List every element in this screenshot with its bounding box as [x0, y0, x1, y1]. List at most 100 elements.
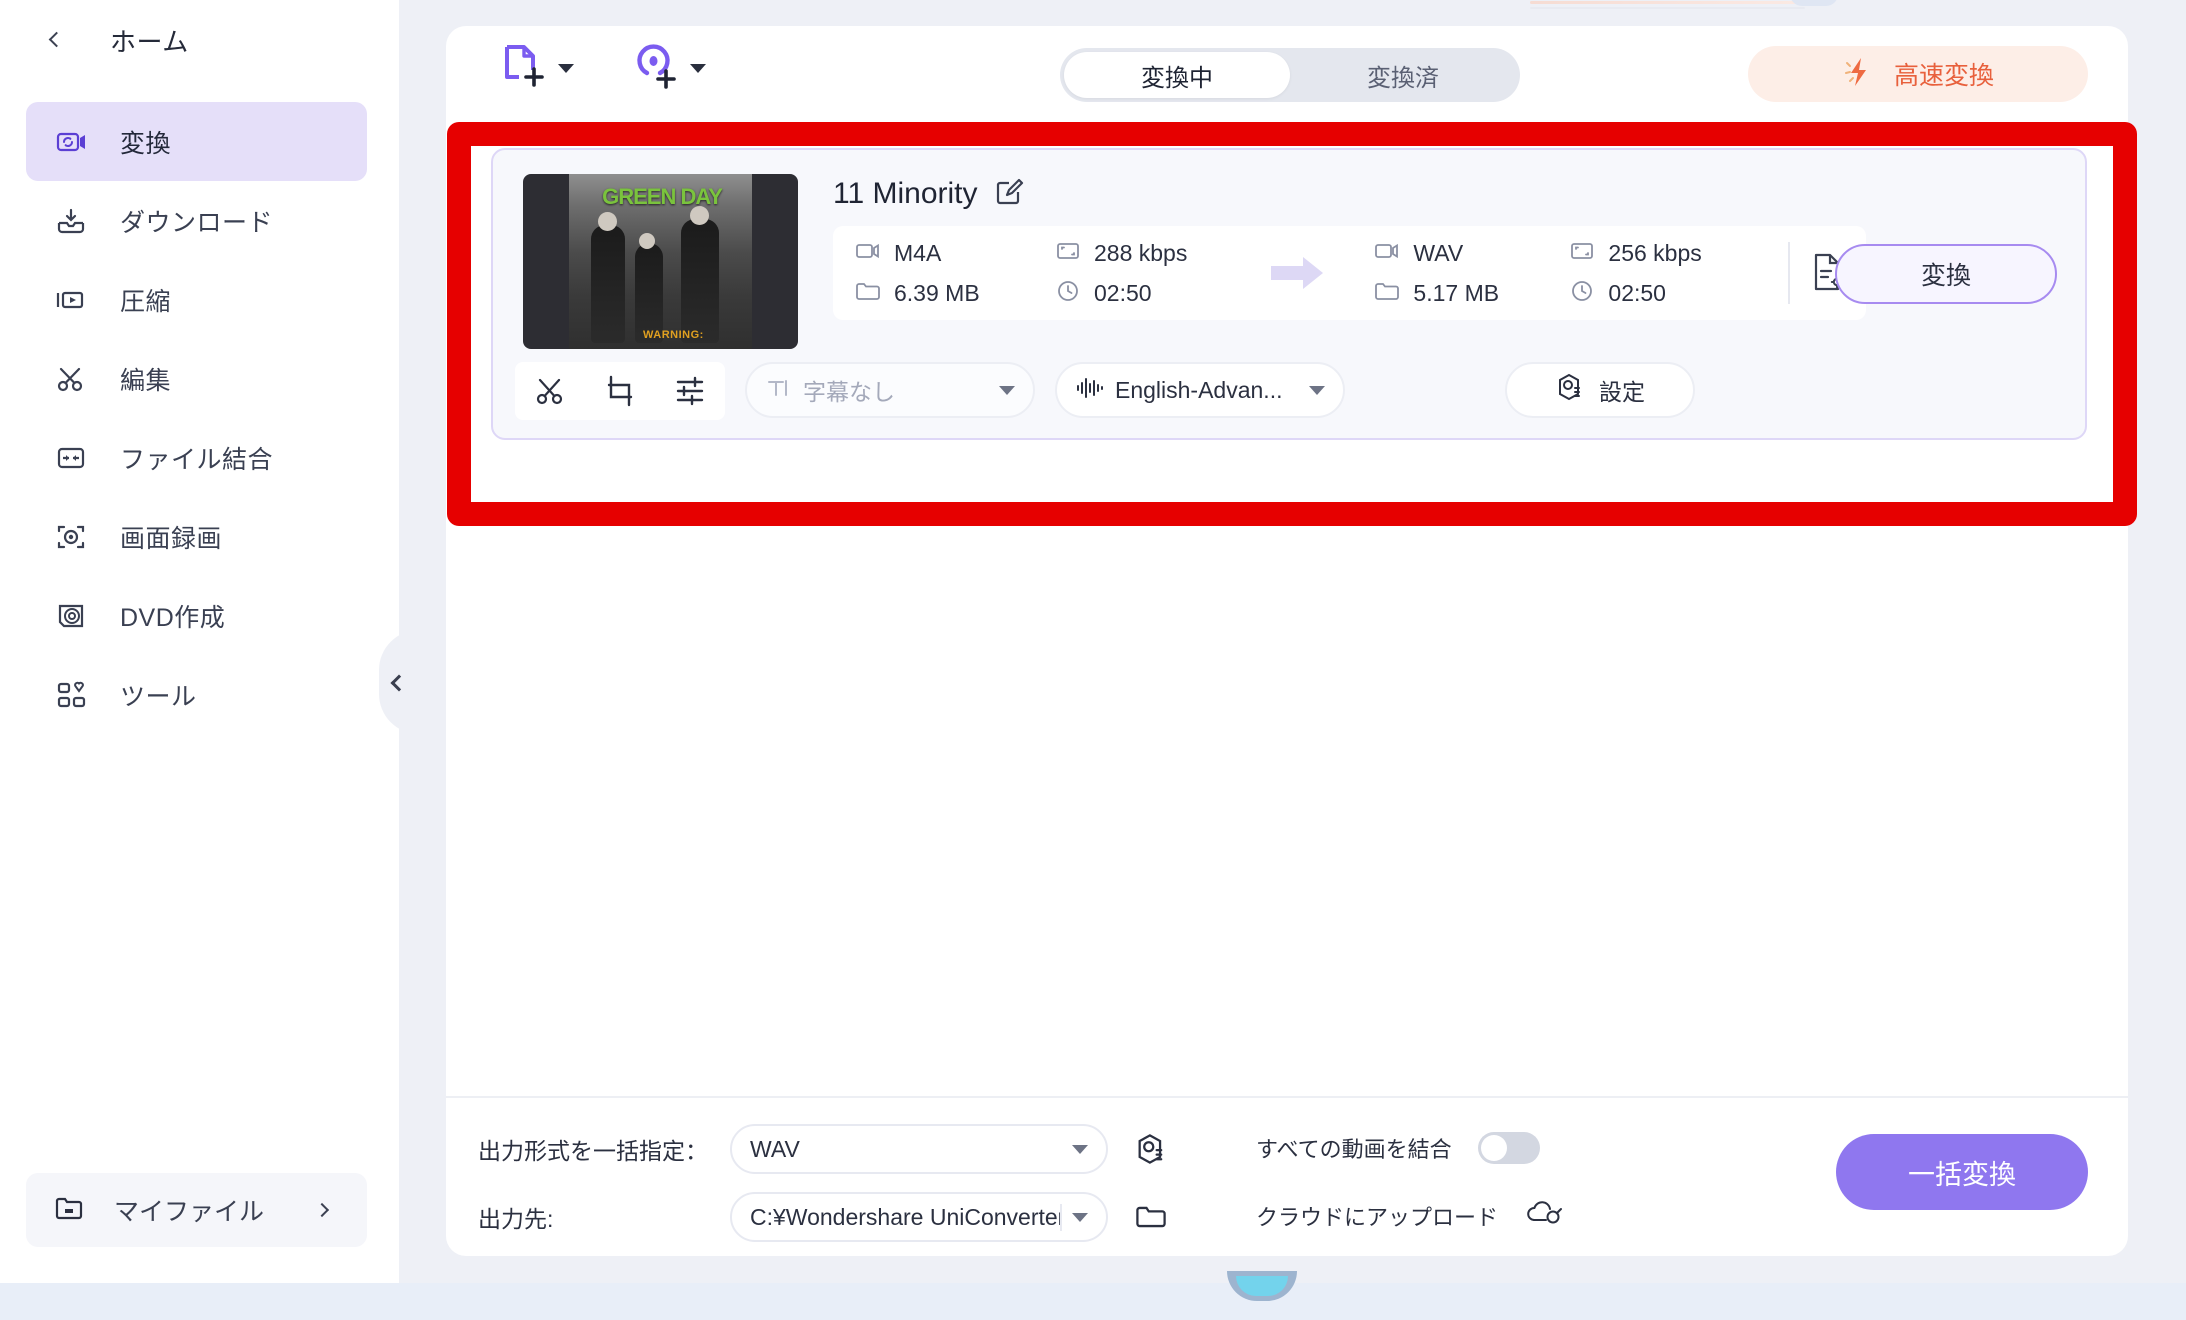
compress-icon: [54, 283, 88, 317]
fast-convert-button[interactable]: 高速変換: [1748, 46, 2088, 102]
card-settings-button[interactable]: 設定: [1505, 362, 1695, 418]
source-bitrate-value: 288 kbps: [1094, 239, 1188, 266]
chevron-down-icon: [999, 385, 1015, 395]
source-size-value: 6.39 MB: [894, 279, 980, 306]
convert-button[interactable]: 変換: [1835, 244, 2057, 304]
source-size-line: 6.39 MB: [855, 273, 1055, 313]
cloud-upload-icon[interactable]: [1524, 1198, 1564, 1233]
sidebar-footer: マイファイル: [0, 1173, 399, 1247]
resolution-icon: [1055, 238, 1081, 269]
sidebar-item-dvd[interactable]: DVD作成: [26, 576, 367, 655]
sidebar-item-label: 画面録画: [120, 524, 223, 553]
chevron-down-icon[interactable]: [558, 63, 574, 73]
crop-icon[interactable]: [603, 374, 637, 408]
output-dest-row: 出力先: C:¥Wondershare UniConverter 1: [478, 1192, 1168, 1242]
output-format-row: 出力形式を一括指定： WAV: [478, 1124, 1168, 1174]
settings-gear-icon: [1555, 372, 1585, 408]
tab-converting[interactable]: 変換中: [1064, 52, 1290, 98]
edit-pencil-icon[interactable]: [994, 176, 1024, 211]
cloud-upload-label: クラウドにアップロード: [1256, 1204, 1499, 1230]
batch-convert-label: 一括変換: [1908, 1159, 2016, 1190]
chevron-left-icon[interactable]: [46, 31, 64, 49]
clock-icon: [1569, 278, 1595, 309]
target-format-value: WAV: [1413, 239, 1464, 266]
thumbnail-figure: [591, 225, 625, 343]
target-col-1: WAV 5.17 MB: [1374, 233, 1569, 313]
main-panel: 変換中 変換済 高速変換 GREEN DAY WARNING: 11 Minor…: [446, 26, 2128, 1256]
batch-convert-button[interactable]: 一括変換: [1836, 1134, 2088, 1210]
thumbnail-figure: [635, 243, 663, 343]
audio-track-value: English-Advan...: [1115, 376, 1283, 403]
chevron-down-icon: [1072, 1212, 1088, 1222]
sidebar-item-label: 編集: [120, 366, 172, 395]
output-format-value: WAV: [750, 1135, 800, 1162]
target-format-line: WAV: [1374, 233, 1569, 273]
sidebar-item-label: ファイル結合: [120, 445, 274, 474]
sidebar-item-compress[interactable]: 圧縮: [26, 260, 367, 339]
dvd-icon: [54, 599, 88, 633]
sidebar-item-label: DVD作成: [120, 603, 226, 632]
tab-converted[interactable]: 変換済: [1290, 52, 1516, 98]
add-file-icon: [502, 43, 544, 94]
target-duration-line: 02:50: [1569, 273, 1764, 313]
page-bottom-strip: [0, 1271, 2186, 1320]
toggle-knob: [1480, 1135, 1507, 1161]
source-format-line: M4A: [855, 233, 1055, 273]
sidebar-header: ホーム: [0, 0, 399, 80]
subtitle-text-icon: [765, 375, 791, 406]
merge-videos-row: すべての動画を結合: [1256, 1132, 1540, 1164]
target-size-value: 5.17 MB: [1413, 279, 1500, 306]
video-camera-icon: [1374, 238, 1400, 269]
thumbnail-band-text: GREEN DAY: [602, 184, 723, 209]
sidebar-item-my-files[interactable]: マイファイル: [26, 1173, 367, 1247]
media-title: 11 Minority: [833, 176, 978, 210]
home-label[interactable]: ホーム: [110, 22, 189, 59]
main-toolbar: 変換中 変換済 高速変換: [446, 26, 2128, 110]
audio-track-select[interactable]: English-Advan...: [1055, 362, 1345, 418]
album-cover-thumbnail[interactable]: GREEN DAY WARNING:: [523, 174, 798, 349]
output-format-label: 出力形式を一括指定：: [478, 1138, 708, 1164]
trim-scissors-icon[interactable]: [533, 374, 567, 408]
output-dest-select[interactable]: C:¥Wondershare UniConverter 1: [730, 1192, 1108, 1242]
card-settings-label: 設定: [1599, 379, 1645, 405]
add-disc-icon: [634, 43, 676, 94]
decorative-grey-line: [1530, 7, 1805, 9]
lightning-icon: [1842, 55, 1876, 94]
output-format-select[interactable]: WAV: [730, 1124, 1108, 1174]
card-tool-icons: [515, 362, 725, 420]
folder-open-icon[interactable]: [1134, 1200, 1168, 1234]
media-card: GREEN DAY WARNING: 11 Minority M4A 6.39 …: [491, 148, 2087, 440]
decorative-pink-line: [1530, 1, 1810, 4]
download-icon: [54, 204, 88, 238]
chevron-right-icon: [315, 1202, 331, 1218]
sidebar-item-convert[interactable]: 変換: [26, 102, 367, 181]
scissors-icon: [54, 362, 88, 396]
chevron-down-icon[interactable]: [690, 63, 706, 73]
subtitle-select[interactable]: 字幕なし: [745, 362, 1035, 418]
add-disc-button[interactable]: [634, 43, 706, 94]
screen-record-icon: [54, 520, 88, 554]
sidebar-item-tools[interactable]: ツール: [26, 655, 367, 734]
output-dest-value: C:¥Wondershare UniConverter 1: [750, 1203, 1062, 1231]
add-file-button[interactable]: [502, 43, 574, 94]
source-bitrate-line: 288 kbps: [1055, 233, 1255, 273]
output-format-settings-icon[interactable]: [1134, 1132, 1168, 1166]
source-format-group: M4A 6.39 MB 288 kbps 02:50: [833, 233, 1261, 313]
source-col-2: 288 kbps 02:50: [1055, 233, 1255, 313]
sidebar-item-edit[interactable]: 編集: [26, 339, 367, 418]
folder-icon: [855, 278, 881, 309]
merge-videos-toggle[interactable]: [1477, 1132, 1540, 1164]
sidebar-item-screen-record[interactable]: 画面録画: [26, 497, 367, 576]
toolbox-icon: [54, 678, 88, 712]
target-format-group: WAV 5.17 MB 256 kbps 02:50: [1334, 233, 1764, 313]
sidebar-item-download[interactable]: ダウンロード: [26, 181, 367, 260]
resolution-icon: [1569, 238, 1595, 269]
output-dest-label: 出力先:: [478, 1206, 554, 1232]
folder-icon: [54, 1193, 84, 1228]
thumbnail-warning-text: WARNING:: [643, 329, 704, 341]
target-bitrate-value: 256 kbps: [1608, 239, 1702, 266]
effect-sliders-icon[interactable]: [673, 374, 707, 408]
source-duration-line: 02:50: [1055, 273, 1255, 313]
sidebar-item-merge[interactable]: ファイル結合: [26, 418, 367, 497]
media-title-row: 11 Minority: [833, 176, 1024, 211]
